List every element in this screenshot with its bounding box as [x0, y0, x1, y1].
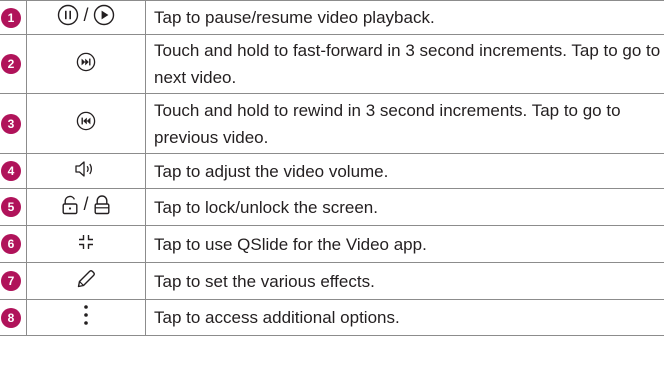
fast-forward-icon [76, 52, 96, 72]
row-description: Tap to lock/unlock the screen. [145, 188, 664, 226]
row-description: Tap to set the various effects. [145, 262, 664, 300]
row-description: Tap to pause/resume video playback. [145, 0, 664, 35]
table-row: 3 Touch and hold to rewind in 3 second i… [0, 93, 664, 154]
row-number-badge: 4 [1, 161, 21, 181]
table-row: 5 / Tap to lock/unlock the screen. [0, 188, 664, 226]
row-description: Tap to use QSlide for the Video app. [145, 225, 664, 263]
row-number-badge: 7 [1, 271, 21, 291]
rewind-icon [76, 111, 96, 131]
row-number-badge: 1 [1, 7, 21, 28]
unlock-icon [61, 195, 79, 215]
row-description: Touch and hold to fast-forward in 3 seco… [145, 34, 664, 94]
row-number-badge: 3 [1, 113, 21, 134]
table-row: 2 Touch and hold to fast-forward in 3 se… [0, 34, 664, 94]
pencil-icon [75, 268, 97, 290]
table-row: 1 / Tap to pause/resume video playback. [0, 0, 664, 35]
row-number-badge: 8 [1, 307, 21, 328]
more-options-icon [82, 303, 90, 327]
table-row: 6 Tap to use QSlide for the Video app. [0, 225, 664, 263]
row-number-badge: 6 [1, 234, 21, 254]
table-row: 7 Tap to set the various effects. [0, 262, 664, 300]
lock-icon [93, 195, 111, 215]
row-description: Touch and hold to rewind in 3 second inc… [145, 93, 664, 154]
table-row: 4 Tap to adjust the video volume. [0, 153, 664, 189]
row-number-badge: 5 [1, 197, 21, 217]
icon-separator: / [83, 4, 89, 25]
row-description: Tap to adjust the video volume. [145, 153, 664, 189]
icon-separator: / [83, 194, 89, 215]
video-controls-table: 1 / Tap to pause/resume video playback. … [0, 0, 664, 336]
pause-icon [57, 4, 79, 26]
volume-icon [74, 159, 98, 179]
row-number-badge: 2 [1, 54, 21, 74]
row-description: Tap to access additional options. [145, 299, 664, 336]
table-row: 8 Tap to access additional options. [0, 299, 664, 336]
play-icon [93, 4, 115, 26]
qslide-icon [76, 232, 96, 252]
